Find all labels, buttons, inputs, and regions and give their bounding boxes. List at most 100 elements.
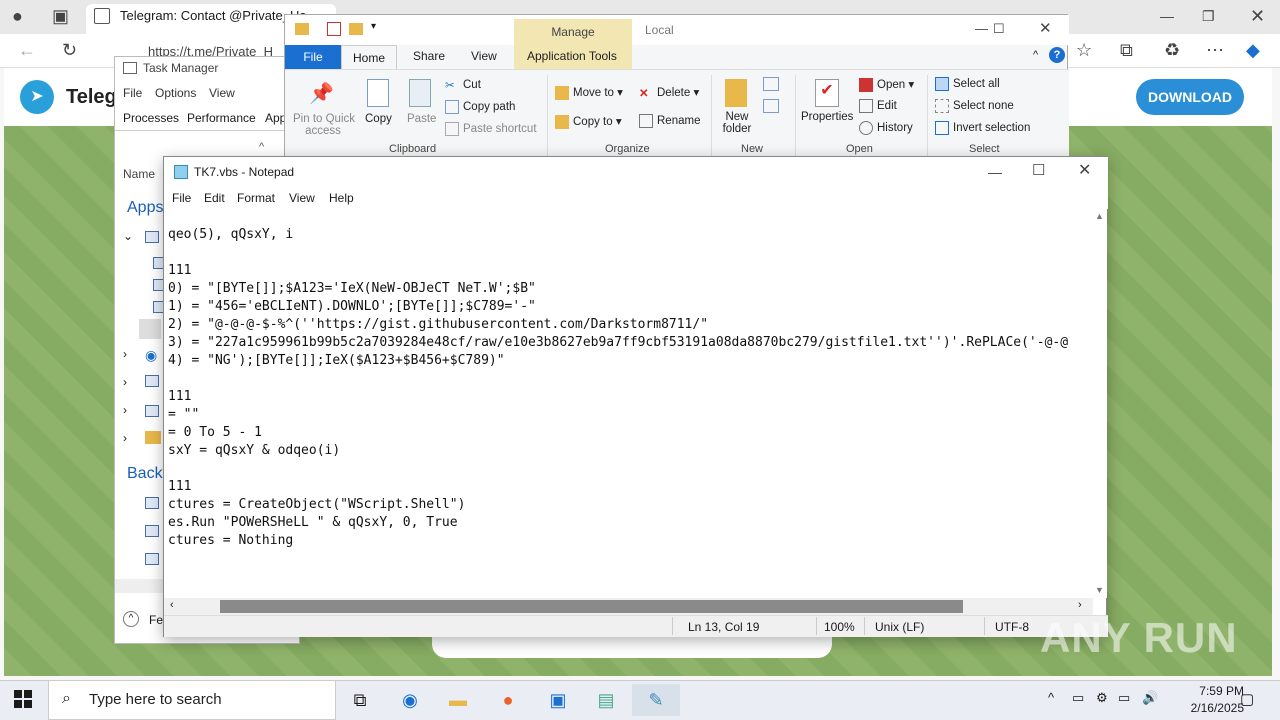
- scroll-up-icon[interactable]: ▲: [1095, 211, 1104, 221]
- ribbon-tab-view[interactable]: View: [471, 49, 497, 63]
- menu-view[interactable]: View: [289, 191, 315, 205]
- properties-button[interactable]: Properties: [801, 111, 853, 123]
- tray-overflow-icon[interactable]: ^: [1048, 690, 1054, 705]
- tray-icon[interactable]: ▭: [1072, 690, 1084, 706]
- back-icon[interactable]: ←: [18, 40, 36, 60]
- fewer-details-icon[interactable]: ^: [123, 611, 139, 627]
- explorer-minimize-icon[interactable]: —: [975, 19, 988, 39]
- tm-tab-performance[interactable]: Performance: [187, 111, 256, 125]
- move-to-icon: [555, 85, 569, 100]
- tm-collapse-icon[interactable]: ›: [123, 431, 127, 445]
- copy-button[interactable]: Copy: [365, 113, 392, 125]
- ribbon-tab-home[interactable]: Home: [341, 45, 397, 71]
- notepad-maximize-icon[interactable]: ☐: [1032, 161, 1045, 181]
- telegram-logo-icon: ➤: [20, 80, 54, 114]
- tm-collapse-icon[interactable]: ›: [123, 347, 127, 361]
- edit-button[interactable]: Edit: [859, 99, 897, 113]
- copilot-icon[interactable]: ◆: [1246, 40, 1260, 60]
- start-button[interactable]: [14, 690, 32, 708]
- notepad-minimize-icon[interactable]: —: [988, 162, 1002, 182]
- minimize-icon[interactable]: —: [1160, 6, 1174, 26]
- notepad-taskbar-icon[interactable]: ✎: [632, 684, 680, 716]
- menu-format[interactable]: Format: [237, 191, 275, 205]
- rename-button[interactable]: Rename: [639, 114, 700, 128]
- refresh-icon[interactable]: ↻: [62, 40, 77, 60]
- pin-label-2: access: [305, 125, 341, 137]
- help-icon[interactable]: ?: [1049, 47, 1065, 63]
- new-folder-button[interactable]: New folder: [721, 111, 753, 135]
- download-button[interactable]: DOWNLOAD: [1136, 79, 1244, 115]
- copy-to-button[interactable]: Copy to ▾: [555, 114, 622, 129]
- close-icon[interactable]: ✕: [1250, 6, 1265, 26]
- copy-path-button[interactable]: Copy path: [445, 100, 515, 114]
- menu-help[interactable]: Help: [329, 191, 354, 205]
- network-icon[interactable]: ▭: [1118, 690, 1130, 706]
- select-none-button[interactable]: Select none: [935, 99, 1014, 113]
- ribbon-separator: [711, 75, 712, 157]
- tray-icon[interactable]: ⚙: [1096, 690, 1108, 706]
- code-line: qeo(5), qQsxY, i: [168, 227, 294, 242]
- scroll-right-icon[interactable]: ›: [1078, 599, 1082, 611]
- delete-button[interactable]: ✕ Delete ▾: [639, 85, 699, 100]
- ribbon-tab-share[interactable]: Share: [413, 49, 445, 63]
- text-editor[interactable]: qeo(5), qQsxY, i 111 0) = "[BYTe[]];$A12…: [164, 209, 1093, 598]
- invert-selection-button[interactable]: Invert selection: [935, 121, 1030, 135]
- menu-edit[interactable]: Edit: [204, 191, 225, 205]
- ribbon-tab-file[interactable]: File: [285, 45, 341, 69]
- fewer-details-link[interactable]: Fe: [149, 613, 163, 627]
- file-explorer-taskbar-icon[interactable]: ▬: [438, 684, 478, 716]
- tm-menu-view[interactable]: View: [209, 86, 235, 100]
- notepad-close-icon[interactable]: ✕: [1078, 161, 1091, 181]
- tm-selected-row[interactable]: [139, 319, 161, 339]
- explorer-maximize-icon[interactable]: ☐: [993, 19, 1005, 39]
- restore-icon[interactable]: ❐: [1202, 6, 1215, 26]
- pin-quick-access-button[interactable]: Pin to Quick access: [293, 113, 355, 137]
- vertical-scrollbar[interactable]: [1093, 209, 1107, 598]
- tm-menu-options[interactable]: Options: [155, 86, 196, 100]
- easy-access-icon[interactable]: [763, 99, 779, 113]
- task-view-icon[interactable]: ⧉: [340, 684, 380, 716]
- firefox-taskbar-icon[interactable]: ●: [488, 684, 528, 716]
- tm-sort-icon[interactable]: ^: [259, 141, 264, 153]
- tm-collapse-icon[interactable]: ›: [123, 403, 127, 417]
- move-to-button[interactable]: Move to ▾: [555, 85, 623, 100]
- collections-icon[interactable]: ⧉: [1120, 40, 1133, 60]
- favorites-icon[interactable]: ☆: [1076, 40, 1092, 60]
- cut-button[interactable]: ✂ Cut: [445, 78, 481, 92]
- explorer-close-icon[interactable]: ✕: [1039, 19, 1052, 39]
- ribbon-collapse-icon[interactable]: ^: [1033, 49, 1038, 61]
- taskbar-search[interactable]: Type here to search: [48, 680, 336, 720]
- extensions-icon[interactable]: ♻: [1164, 40, 1180, 60]
- select-none-label: Select none: [953, 100, 1014, 113]
- tm-expand-icon[interactable]: ⌄: [123, 229, 133, 243]
- horizontal-scroll-thumb[interactable]: [220, 600, 963, 613]
- more-icon[interactable]: ⋯: [1206, 40, 1224, 60]
- menu-file[interactable]: File: [172, 191, 191, 205]
- paste-shortcut-button[interactable]: Paste shortcut: [445, 122, 537, 136]
- tab-actions-icon[interactable]: ▣: [52, 6, 69, 26]
- scroll-down-icon[interactable]: ▼: [1095, 585, 1104, 595]
- properties-qat-icon[interactable]: [327, 22, 341, 36]
- history-button[interactable]: History: [859, 121, 913, 135]
- scroll-left-icon[interactable]: ‹: [170, 599, 174, 611]
- notifications-icon[interactable]: ▢: [1240, 690, 1254, 708]
- edge-taskbar-icon[interactable]: ◉: [390, 684, 430, 716]
- profile-icon[interactable]: ●: [12, 6, 23, 26]
- tm-col-name[interactable]: Name: [123, 167, 155, 181]
- select-all-button[interactable]: Select all: [935, 77, 1000, 91]
- paste-button[interactable]: Paste: [407, 113, 436, 125]
- app-taskbar-icon[interactable]: ▣: [538, 684, 578, 716]
- volume-icon[interactable]: 🔊: [1142, 690, 1158, 706]
- new-folder-label-2: folder: [722, 123, 752, 135]
- new-item-icon[interactable]: [763, 77, 779, 91]
- manage-context-tab[interactable]: Manage: [514, 19, 632, 45]
- tm-tab-processes[interactable]: Processes: [123, 111, 179, 125]
- tm-collapse-icon[interactable]: ›: [123, 375, 127, 389]
- tm-menu-file[interactable]: File: [123, 86, 142, 100]
- new-folder-qat-icon[interactable]: [349, 23, 363, 35]
- ribbon-tab-application-tools[interactable]: Application Tools: [527, 49, 617, 63]
- open-button[interactable]: Open ▾: [859, 77, 914, 92]
- clock[interactable]: 7:59 PM 2/16/2025: [1191, 683, 1244, 717]
- qat-dropdown-icon[interactable]: ▾: [371, 21, 376, 32]
- task-manager-taskbar-icon[interactable]: ▤: [586, 684, 626, 716]
